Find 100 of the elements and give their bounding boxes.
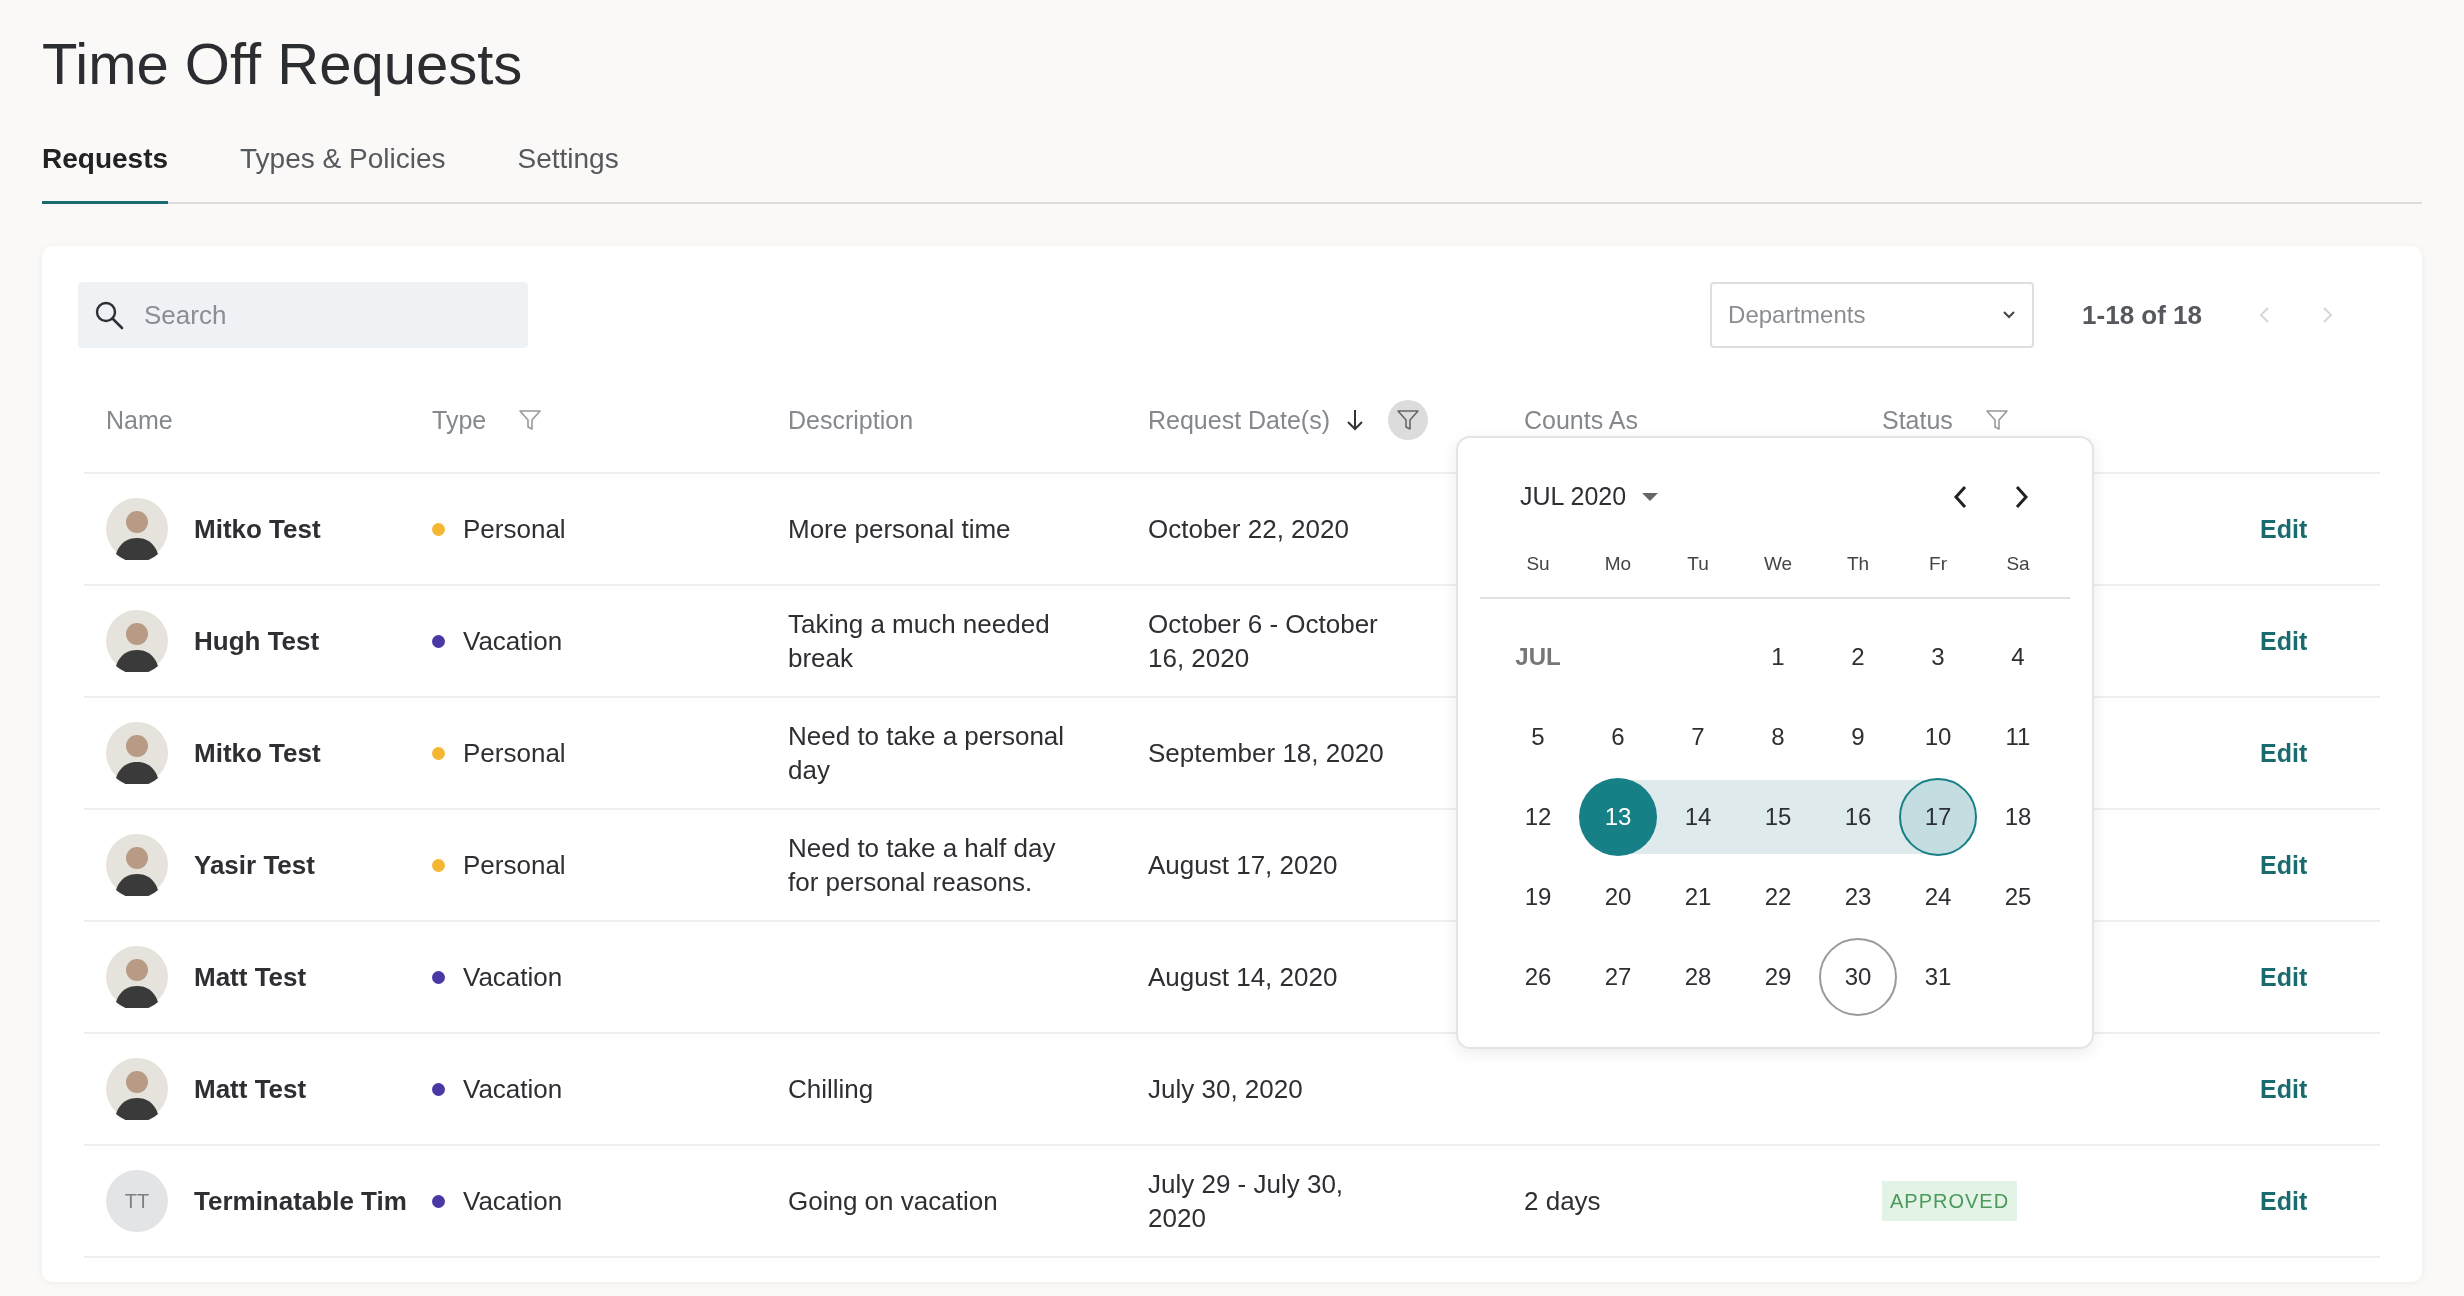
description-text: Going on vacation bbox=[788, 1186, 998, 1216]
tab[interactable]: Settings bbox=[517, 137, 619, 204]
request-dates: September 18, 2020 bbox=[1148, 738, 1384, 768]
calendar-day[interactable]: 21 bbox=[1659, 858, 1737, 936]
chevron-left-icon bbox=[1952, 484, 1968, 509]
funnel-icon bbox=[518, 408, 543, 432]
employee-name: Matt Test bbox=[194, 1073, 307, 1106]
column-header: Type bbox=[432, 405, 487, 435]
chevron-down-icon bbox=[2002, 310, 2017, 320]
employee-name: Mitko Test bbox=[194, 513, 321, 546]
funnel-icon bbox=[1396, 408, 1421, 432]
calendar-day[interactable]: 7 bbox=[1659, 698, 1737, 776]
calendar-day[interactable]: 18 bbox=[1979, 778, 2057, 856]
weekday-label: Su bbox=[1526, 553, 1550, 574]
edit-link[interactable]: Edit bbox=[2260, 627, 2308, 655]
search-field[interactable]: Search bbox=[78, 282, 528, 348]
edit-link[interactable]: Edit bbox=[2260, 963, 2308, 991]
request-dates: October 22, 2020 bbox=[1148, 514, 1349, 544]
funnel-icon bbox=[1984, 408, 2009, 432]
chevron-right-icon bbox=[2322, 306, 2334, 324]
calendar-day[interactable]: 17 bbox=[1899, 778, 1977, 856]
description-text: More personal time bbox=[788, 514, 1011, 544]
calendar-day[interactable]: 1 bbox=[1739, 618, 1817, 696]
type-label: Vacation bbox=[463, 625, 563, 658]
edit-link[interactable]: Edit bbox=[2260, 739, 2308, 767]
description-text: Taking a much needed break bbox=[788, 609, 1050, 673]
calendar-day[interactable]: 2 bbox=[1819, 618, 1897, 696]
search-icon bbox=[94, 300, 124, 330]
avatar-icon bbox=[106, 834, 168, 896]
weekday-label: Mo bbox=[1604, 553, 1632, 574]
type-label: Vacation bbox=[463, 1185, 563, 1218]
edit-link[interactable]: Edit bbox=[2260, 515, 2308, 543]
column-header: Name bbox=[106, 405, 173, 435]
caret-down-icon bbox=[1642, 491, 1659, 502]
month-tag: JUL bbox=[1498, 643, 1578, 671]
calendar-day[interactable]: 8 bbox=[1739, 698, 1817, 776]
calendar-day[interactable]: 11 bbox=[1979, 698, 2057, 776]
calendar-day[interactable]: 4 bbox=[1979, 618, 2057, 696]
column-header: Status bbox=[1882, 405, 1953, 435]
employee-name: Yasir Test bbox=[194, 849, 315, 882]
tab[interactable]: Requests bbox=[42, 137, 169, 204]
calendar-day[interactable]: 20 bbox=[1579, 858, 1657, 936]
request-dates: August 17, 2020 bbox=[1148, 850, 1338, 880]
type-label: Vacation bbox=[463, 961, 563, 994]
type-label: Personal bbox=[463, 737, 566, 770]
employee-name: Matt Test bbox=[194, 961, 307, 994]
tab[interactable]: Types & Policies bbox=[240, 137, 446, 204]
calendar-day[interactable]: 30 bbox=[1819, 938, 1897, 1016]
description-text: Chilling bbox=[788, 1074, 874, 1104]
calendar-day[interactable]: 16 bbox=[1819, 778, 1897, 856]
weekday-label: We bbox=[1763, 553, 1793, 574]
request-dates: July 29 - July 30, 2020 bbox=[1148, 1169, 1344, 1233]
calendar-day[interactable]: 28 bbox=[1659, 938, 1737, 1016]
calendar-day[interactable]: 14 bbox=[1659, 778, 1737, 856]
employee-name: Hugh Test bbox=[194, 625, 320, 658]
filter-button[interactable] bbox=[1388, 400, 1429, 440]
edit-link[interactable]: Edit bbox=[2260, 1187, 2308, 1215]
page-title: Time Off Requests bbox=[42, 30, 524, 97]
calendar-day[interactable]: 24 bbox=[1899, 858, 1977, 936]
avatar-initials: TT bbox=[106, 1170, 168, 1232]
next-month-button[interactable] bbox=[2014, 484, 2030, 509]
avatar-icon bbox=[106, 498, 168, 560]
calendar-day[interactable]: 26 bbox=[1499, 938, 1577, 1016]
avatar-icon bbox=[106, 1058, 168, 1120]
calendar-day[interactable]: 13 bbox=[1579, 778, 1657, 856]
column-header: Description bbox=[788, 405, 914, 435]
calendar-day[interactable]: 22 bbox=[1739, 858, 1817, 936]
weekday-label: Sa bbox=[2006, 553, 2030, 574]
calendar-day[interactable]: 10 bbox=[1899, 698, 1977, 776]
employee-name: Mitko Test bbox=[194, 737, 321, 770]
calendar-day[interactable]: 19 bbox=[1499, 858, 1577, 936]
previous-month-button[interactable] bbox=[1952, 484, 1968, 509]
calendar-day[interactable]: 31 bbox=[1899, 938, 1977, 1016]
calendar-day[interactable]: 3 bbox=[1899, 618, 1977, 696]
calendar-day[interactable]: 15 bbox=[1739, 778, 1817, 856]
calendar-day[interactable]: 12 bbox=[1499, 778, 1577, 856]
description-text: Need to take a half day for personal reasons. bbox=[788, 833, 1056, 897]
weekday-label: Th bbox=[1846, 553, 1870, 574]
calendar-day[interactable]: 29 bbox=[1739, 938, 1817, 1016]
type-label: Vacation bbox=[463, 1073, 563, 1106]
weekday-label: Fr bbox=[1929, 553, 1947, 574]
counts-as-text: 2 days bbox=[1524, 1186, 1601, 1216]
calendar-day[interactable]: 9 bbox=[1819, 698, 1897, 776]
edit-link[interactable]: Edit bbox=[2260, 1075, 2308, 1103]
calendar-day[interactable]: 6 bbox=[1579, 698, 1657, 776]
column-header: Request Date(s) bbox=[1148, 405, 1331, 435]
avatar-icon bbox=[106, 610, 168, 672]
employee-name: Terminatable Tim bbox=[194, 1185, 407, 1218]
calendar-day[interactable]: 25 bbox=[1979, 858, 2057, 936]
calendar-day[interactable]: 23 bbox=[1819, 858, 1897, 936]
weekday-label: Tu bbox=[1687, 553, 1709, 574]
month-selector[interactable]: JUL 2020 bbox=[1520, 482, 1659, 511]
calendar-day[interactable]: 5 bbox=[1499, 698, 1577, 776]
calendar-day[interactable]: 27 bbox=[1579, 938, 1657, 1016]
avatar-icon bbox=[106, 722, 168, 784]
type-label: Personal bbox=[463, 849, 566, 882]
column-header: Counts As bbox=[1524, 405, 1638, 435]
type-label: Personal bbox=[463, 513, 566, 546]
edit-link[interactable]: Edit bbox=[2260, 851, 2308, 879]
description-text: Need to take a personal day bbox=[788, 721, 1065, 785]
